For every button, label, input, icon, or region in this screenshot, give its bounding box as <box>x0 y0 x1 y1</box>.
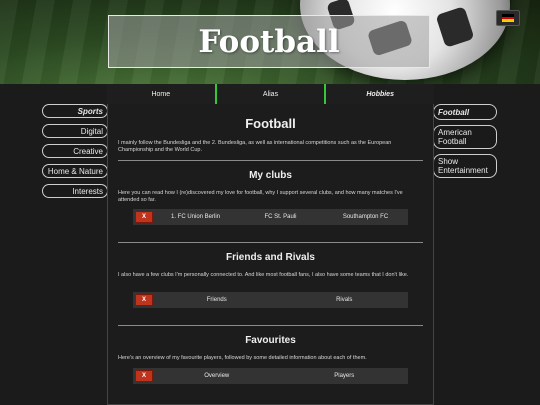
page-title: Football <box>245 116 296 131</box>
site-title-box: Football <box>108 15 430 68</box>
tab-southampton[interactable]: Southampton FC <box>323 214 408 220</box>
german-flag-icon <box>502 14 514 23</box>
close-button[interactable]: X <box>135 294 153 306</box>
section-text-friends-rivals: I also have a few clubs I'm personally c… <box>118 272 409 278</box>
left-navigation: Sports Digital Creative Home & Nature In… <box>42 104 108 204</box>
section-heading-favourites: Favourites <box>245 335 296 346</box>
tab-friends[interactable]: Friends <box>153 297 281 303</box>
tab-strip-my-clubs: X 1. FC Union Berlin FC St. Pauli Southa… <box>133 209 408 225</box>
subnav-item-show-entertainment[interactable]: Show Entertainment <box>433 154 497 178</box>
tab-rivals[interactable]: Rivals <box>281 297 409 303</box>
tab-alias[interactable]: Alias <box>217 84 327 104</box>
tab-strip-favourites: X Overview Players <box>133 368 408 384</box>
section-text-my-clubs: Here you can read how I (re)discovered m… <box>118 190 403 203</box>
subnav-item-american-football[interactable]: American Football <box>433 125 497 149</box>
divider <box>118 242 423 243</box>
intro-text: I mainly follow the Bundesliga and the 2… <box>118 140 392 153</box>
tab-strip-friends-rivals: X Friends Rivals <box>133 292 408 308</box>
section-text-favourites: Here's an overview of my favourite playe… <box>118 355 367 361</box>
sidebar-item-home-nature[interactable]: Home & Nature <box>42 164 108 178</box>
close-button[interactable]: X <box>135 211 153 223</box>
sidebar-item-sports[interactable]: Sports <box>42 104 108 118</box>
tab-home[interactable]: Home <box>107 84 217 104</box>
divider <box>118 160 423 161</box>
tab-union-berlin[interactable]: 1. FC Union Berlin <box>153 214 238 220</box>
site-title: Football <box>198 23 340 60</box>
close-button[interactable]: X <box>135 370 153 382</box>
sidebar-item-creative[interactable]: Creative <box>42 144 108 158</box>
top-navigation: Home Alias Hobbies <box>107 84 434 104</box>
tab-overview[interactable]: Overview <box>153 373 281 379</box>
sidebar-item-digital[interactable]: Digital <box>42 124 108 138</box>
tab-players[interactable]: Players <box>281 373 409 379</box>
section-heading-my-clubs: My clubs <box>249 170 292 181</box>
sidebar-item-interests[interactable]: Interests <box>42 184 108 198</box>
section-heading-friends-rivals: Friends and Rivals <box>226 252 315 263</box>
language-switch-button[interactable] <box>496 10 520 26</box>
tab-hobbies[interactable]: Hobbies <box>326 84 434 104</box>
divider <box>118 325 423 326</box>
subnav-item-football[interactable]: Football <box>433 104 497 120</box>
main-content: Football I mainly follow the Bundesliga … <box>107 104 434 405</box>
header-banner: Football <box>0 0 540 84</box>
tab-st-pauli[interactable]: FC St. Pauli <box>238 214 323 220</box>
right-navigation: Football American Football Show Entertai… <box>433 104 497 183</box>
